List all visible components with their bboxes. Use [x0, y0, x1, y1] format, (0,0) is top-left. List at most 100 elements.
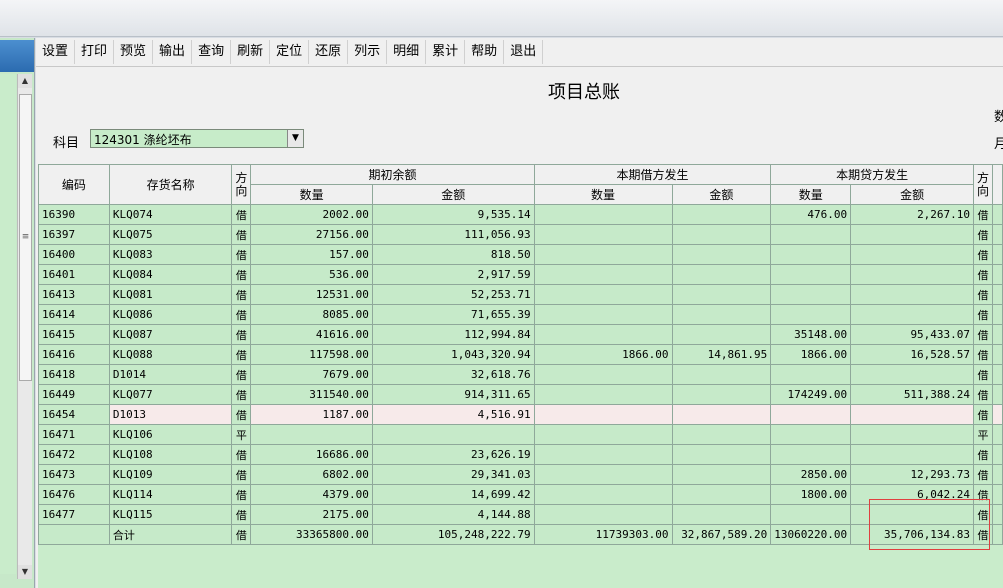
- menu-item[interactable]: 帮助: [465, 40, 505, 64]
- cell-dq: [533, 504, 673, 525]
- cell-code: 16415: [38, 324, 110, 345]
- table-row[interactable]: 16414 KLQ086 借 8085.00 71,655.39 借: [38, 304, 1003, 325]
- menu-item[interactable]: 定位: [270, 40, 310, 64]
- cell-da: [671, 504, 772, 525]
- menu-item[interactable]: 明细: [387, 40, 427, 64]
- table-row[interactable]: 16401 KLQ084 借 536.00 2,917.59 借: [38, 264, 1003, 285]
- cell-cut: [992, 244, 1003, 265]
- col-header-credit[interactable]: 本期贷方发生: [770, 164, 975, 185]
- menu-item[interactable]: 设置: [36, 40, 76, 64]
- ledger-grid[interactable]: 编码 存货名称 方向 期初余额 本期借方发生 本期贷方发生 方向 数量 金额 数…: [38, 164, 1003, 588]
- col-header-opening-amount[interactable]: 金额: [371, 184, 535, 205]
- cell-cq: [770, 264, 852, 285]
- scroll-down-icon[interactable]: ▼: [18, 565, 32, 579]
- menu-item[interactable]: 还原: [309, 40, 349, 64]
- cell-dir2: 借: [973, 524, 993, 545]
- col-header-debit[interactable]: 本期借方发生: [533, 164, 772, 185]
- subject-combo[interactable]: 124301 涤纶坯布 ▼: [90, 129, 304, 148]
- scroll-thumb[interactable]: ≡: [19, 94, 32, 381]
- left-tree-pane: ▲ ≡ ▼: [0, 38, 35, 588]
- col-header-credit-qty[interactable]: 数量: [770, 184, 852, 205]
- table-row[interactable]: 16473 KLQ109 借 6802.00 29,341.03 2850.00 12,29…: [38, 464, 1003, 485]
- menu-item[interactable]: 刷新: [231, 40, 271, 64]
- cell-code: 16472: [38, 444, 110, 465]
- cell-dq: [533, 284, 673, 305]
- table-row[interactable]: 16418 D1014 借 7679.00 32,618.76 借: [38, 364, 1003, 385]
- cell-dir: 借: [231, 224, 252, 245]
- cell-dir2: 借: [973, 384, 993, 405]
- col-header-debit-qty[interactable]: 数量: [533, 184, 673, 205]
- table-row[interactable]: 16390 KLQ074 借 2002.00 9,535.14 476.00 2,267.1…: [38, 204, 1003, 225]
- cell-name: KLQ106: [108, 424, 233, 445]
- cell-ca: [850, 244, 975, 265]
- cell-oq: 33365800.00: [250, 524, 373, 545]
- cell-da: [671, 224, 772, 245]
- col-header-debit-amount[interactable]: 金额: [671, 184, 772, 205]
- cell-dq: [533, 444, 673, 465]
- cell-oq: 157.00: [250, 244, 373, 265]
- scroll-up-icon[interactable]: ▲: [18, 74, 32, 88]
- col-header-direction-2[interactable]: 方向: [973, 164, 993, 205]
- dropdown-arrow-icon[interactable]: ▼: [287, 130, 303, 147]
- menu-item[interactable]: 退出: [504, 40, 544, 64]
- col-header-opening-qty[interactable]: 数量: [250, 184, 373, 205]
- cell-name: KLQ084: [108, 264, 233, 285]
- col-header-opening[interactable]: 期初余额: [250, 164, 535, 185]
- menu-item[interactable]: 列示: [348, 40, 388, 64]
- cell-name: KLQ088: [108, 344, 233, 365]
- cell-cq: 1800.00: [770, 484, 852, 505]
- cell-ca: [850, 264, 975, 285]
- menu-item[interactable]: 累计: [426, 40, 466, 64]
- table-row[interactable]: 16476 KLQ114 借 4379.00 14,699.42 1800.00 6,042…: [38, 484, 1003, 505]
- cell-dq: [533, 364, 673, 385]
- cell-dq: [533, 404, 673, 425]
- cell-dir: 借: [231, 244, 252, 265]
- table-row[interactable]: 16416 KLQ088 借 117598.00 1,043,320.94 1866.00…: [38, 344, 1003, 365]
- cell-oa: 1,043,320.94: [371, 344, 535, 365]
- col-header-code[interactable]: 编码: [38, 164, 110, 205]
- table-row[interactable]: 16471 KLQ106 平平: [38, 424, 1003, 445]
- cell-cut: [992, 304, 1003, 325]
- col-header-cut: [992, 164, 1003, 205]
- cell-dq: [533, 264, 673, 285]
- cell-oq: 6802.00: [250, 464, 373, 485]
- cell-code: [38, 524, 110, 545]
- cell-ca: 16,528.57: [850, 344, 975, 365]
- cell-oq: 1187.00: [250, 404, 373, 425]
- table-row[interactable]: 16400 KLQ083 借 157.00 818.50 借: [38, 244, 1003, 265]
- table-row[interactable]: 16413 KLQ081 借 12531.00 52,253.71 借: [38, 284, 1003, 305]
- col-header-credit-amount[interactable]: 金额: [850, 184, 975, 205]
- table-row[interactable]: 16477 KLQ115 借 2175.00 4,144.88 借: [38, 504, 1003, 525]
- cell-dir2: 借: [973, 344, 993, 365]
- cell-oq: 2002.00: [250, 204, 373, 225]
- cell-da: [671, 244, 772, 265]
- cell-code: 16454: [38, 404, 110, 425]
- cell-oq: 2175.00: [250, 504, 373, 525]
- table-row[interactable]: 16472 KLQ108 借 16686.00 23,626.19 借: [38, 444, 1003, 465]
- cell-dir: 借: [231, 464, 252, 485]
- cell-oq: 27156.00: [250, 224, 373, 245]
- cell-da: [671, 384, 772, 405]
- left-pane-scrollbar[interactable]: ▲ ≡ ▼: [17, 74, 32, 579]
- menu-item[interactable]: 输出: [153, 40, 193, 64]
- left-pane-list[interactable]: [0, 74, 16, 574]
- col-header-direction[interactable]: 方向: [231, 164, 252, 205]
- cell-oq: 536.00: [250, 264, 373, 285]
- table-row[interactable]: 16449 KLQ077 借 311540.00 914,311.65 174249.00…: [38, 384, 1003, 405]
- subject-value: 124301 涤纶坯布: [94, 133, 192, 147]
- cell-oq: [250, 424, 373, 445]
- table-row[interactable]: 16454 D1013 借 1187.00 4,516.91 借: [38, 404, 1003, 425]
- menu-item[interactable]: 打印: [75, 40, 115, 64]
- cell-dir2: 借: [973, 444, 993, 465]
- cell-code: 16473: [38, 464, 110, 485]
- cell-dir: 借: [231, 524, 252, 545]
- cell-dir2: 借: [973, 364, 993, 385]
- table-row[interactable]: 合计借 33365800.00 105,248,222.79 11739303.00 3…: [38, 524, 1003, 545]
- table-row[interactable]: 16415 KLQ087 借 41616.00 112,994.84 35148.00 95…: [38, 324, 1003, 345]
- col-header-name[interactable]: 存货名称: [108, 164, 233, 205]
- cell-name: KLQ074: [108, 204, 233, 225]
- table-row[interactable]: 16397 KLQ075 借 27156.00 111,056.93 借: [38, 224, 1003, 245]
- cell-dq: [533, 304, 673, 325]
- menu-item[interactable]: 查询: [192, 40, 232, 64]
- menu-item[interactable]: 预览: [114, 40, 154, 64]
